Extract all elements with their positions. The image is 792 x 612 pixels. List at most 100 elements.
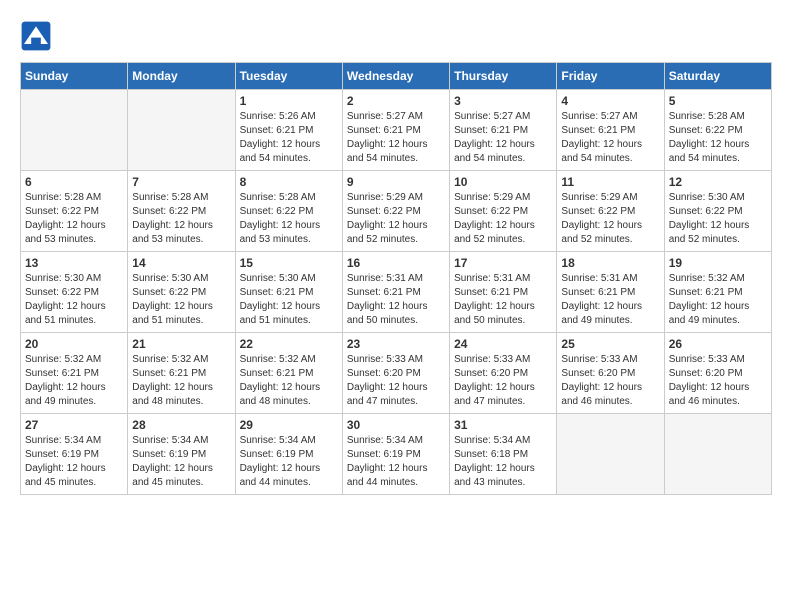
day-number: 31	[454, 418, 552, 432]
calendar-cell: 4 Sunrise: 5:27 AM Sunset: 6:21 PM Daylig…	[557, 90, 664, 171]
day-info: Sunrise: 5:27 AM Sunset: 6:21 PM Dayligh…	[347, 110, 445, 166]
day-info: Sunrise: 5:31 AM Sunset: 6:21 PM Dayligh…	[454, 272, 552, 328]
day-info: Sunrise: 5:30 AM Sunset: 6:22 PM Dayligh…	[132, 272, 230, 328]
calendar-cell: 12 Sunrise: 5:30 AM Sunset: 6:22 PM Dayli…	[664, 171, 771, 252]
day-info: Sunrise: 5:34 AM Sunset: 6:19 PM Dayligh…	[240, 434, 338, 490]
day-number: 25	[561, 337, 659, 351]
day-number: 7	[132, 175, 230, 189]
calendar-cell: 21Sunrise: 5:32 AM Sunset: 6:21 PM Dayli…	[128, 333, 235, 414]
calendar-cell: 31 Sunrise: 5:34 AM Sunset: 6:18 PM Dayli…	[450, 414, 557, 495]
day-info: Sunrise: 5:28 AM Sunset: 6:22 PM Dayligh…	[240, 191, 338, 247]
day-number: 23	[347, 337, 445, 351]
day-number: 11	[561, 175, 659, 189]
day-info: Sunrise: 5:33 AM Sunset: 6:20 PM Dayligh…	[669, 353, 767, 409]
day-info: Sunrise: 5:34 AM Sunset: 6:19 PM Dayligh…	[347, 434, 445, 490]
calendar-cell: 15 Sunrise: 5:30 AM Sunset: 6:21 PM Dayli…	[235, 252, 342, 333]
weekday-header-row: SundayMondayTuesdayWednesdayThursdayFrid…	[21, 63, 772, 90]
day-info: Sunrise: 5:34 AM Sunset: 6:19 PM Dayligh…	[25, 434, 123, 490]
calendar-cell: 1 Sunrise: 5:26 AM Sunset: 6:21 PM Daylig…	[235, 90, 342, 171]
calendar-cell	[664, 414, 771, 495]
day-number: 19	[669, 256, 767, 270]
calendar-cell	[128, 90, 235, 171]
day-number: 17	[454, 256, 552, 270]
calendar-cell: 23 Sunrise: 5:33 AM Sunset: 6:20 PM Dayli…	[342, 333, 449, 414]
day-info: Sunrise: 5:33 AM Sunset: 6:20 PM Dayligh…	[347, 353, 445, 409]
calendar-cell: 8 Sunrise: 5:28 AM Sunset: 6:22 PM Daylig…	[235, 171, 342, 252]
day-number: 29	[240, 418, 338, 432]
calendar-week-row: 6 Sunrise: 5:28 AM Sunset: 6:22 PM Daylig…	[21, 171, 772, 252]
calendar-week-row: 27 Sunrise: 5:34 AM Sunset: 6:19 PM Dayli…	[21, 414, 772, 495]
weekday-header: Thursday	[450, 63, 557, 90]
calendar-cell: 29 Sunrise: 5:34 AM Sunset: 6:19 PM Dayli…	[235, 414, 342, 495]
day-number: 21	[132, 337, 230, 351]
day-number: 8	[240, 175, 338, 189]
calendar-cell: 6Sunrise: 5:28 AM Sunset: 6:22 PM Daylig…	[21, 171, 128, 252]
calendar-cell: 10Sunrise: 5:29 AM Sunset: 6:22 PM Dayli…	[450, 171, 557, 252]
day-info: Sunrise: 5:29 AM Sunset: 6:22 PM Dayligh…	[561, 191, 659, 247]
day-info: Sunrise: 5:26 AM Sunset: 6:21 PM Dayligh…	[240, 110, 338, 166]
calendar-week-row: 20 Sunrise: 5:32 AM Sunset: 6:21 PM Dayli…	[21, 333, 772, 414]
day-info: Sunrise: 5:31 AM Sunset: 6:21 PM Dayligh…	[561, 272, 659, 328]
day-number: 28	[132, 418, 230, 432]
calendar-cell: 2 Sunrise: 5:27 AM Sunset: 6:21 PM Daylig…	[342, 90, 449, 171]
day-info: Sunrise: 5:34 AM Sunset: 6:18 PM Dayligh…	[454, 434, 552, 490]
day-info: Sunrise: 5:30 AM Sunset: 6:22 PM Dayligh…	[25, 272, 123, 328]
day-info: Sunrise: 5:29 AM Sunset: 6:22 PM Dayligh…	[347, 191, 445, 247]
calendar-cell: 16Sunrise: 5:31 AM Sunset: 6:21 PM Dayli…	[342, 252, 449, 333]
calendar-cell: 28 Sunrise: 5:34 AM Sunset: 6:19 PM Dayli…	[128, 414, 235, 495]
logo	[20, 20, 58, 52]
day-number: 3	[454, 94, 552, 108]
day-info: Sunrise: 5:32 AM Sunset: 6:21 PM Dayligh…	[25, 353, 123, 409]
day-info: Sunrise: 5:30 AM Sunset: 6:21 PM Dayligh…	[240, 272, 338, 328]
day-info: Sunrise: 5:33 AM Sunset: 6:20 PM Dayligh…	[561, 353, 659, 409]
weekday-header: Monday	[128, 63, 235, 90]
calendar-cell: 14 Sunrise: 5:30 AM Sunset: 6:22 PM Dayli…	[128, 252, 235, 333]
day-info: Sunrise: 5:31 AM Sunset: 6:21 PM Dayligh…	[347, 272, 445, 328]
day-number: 24	[454, 337, 552, 351]
day-info: Sunrise: 5:27 AM Sunset: 6:21 PM Dayligh…	[454, 110, 552, 166]
weekday-header: Saturday	[664, 63, 771, 90]
day-number: 14	[132, 256, 230, 270]
calendar-cell: 11 Sunrise: 5:29 AM Sunset: 6:22 PM Dayli…	[557, 171, 664, 252]
day-number: 5	[669, 94, 767, 108]
day-info: Sunrise: 5:28 AM Sunset: 6:22 PM Dayligh…	[132, 191, 230, 247]
day-info: Sunrise: 5:27 AM Sunset: 6:21 PM Dayligh…	[561, 110, 659, 166]
calendar-cell: 20 Sunrise: 5:32 AM Sunset: 6:21 PM Dayli…	[21, 333, 128, 414]
calendar-cell: 26 Sunrise: 5:33 AM Sunset: 6:20 PM Dayli…	[664, 333, 771, 414]
calendar-cell: 24Sunrise: 5:33 AM Sunset: 6:20 PM Dayli…	[450, 333, 557, 414]
day-number: 27	[25, 418, 123, 432]
day-info: Sunrise: 5:32 AM Sunset: 6:21 PM Dayligh…	[669, 272, 767, 328]
calendar-cell: 9Sunrise: 5:29 AM Sunset: 6:22 PM Daylig…	[342, 171, 449, 252]
calendar-cell: 13 Sunrise: 5:30 AM Sunset: 6:22 PM Dayli…	[21, 252, 128, 333]
day-info: Sunrise: 5:28 AM Sunset: 6:22 PM Dayligh…	[669, 110, 767, 166]
calendar-cell: 5 Sunrise: 5:28 AM Sunset: 6:22 PM Daylig…	[664, 90, 771, 171]
calendar-cell: 25 Sunrise: 5:33 AM Sunset: 6:20 PM Dayli…	[557, 333, 664, 414]
weekday-header: Wednesday	[342, 63, 449, 90]
day-number: 6	[25, 175, 123, 189]
calendar-cell: 19 Sunrise: 5:32 AM Sunset: 6:21 PM Dayli…	[664, 252, 771, 333]
day-number: 18	[561, 256, 659, 270]
calendar-cell	[557, 414, 664, 495]
day-number: 15	[240, 256, 338, 270]
calendar-cell	[21, 90, 128, 171]
calendar: SundayMondayTuesdayWednesdayThursdayFrid…	[20, 62, 772, 495]
calendar-week-row: 13 Sunrise: 5:30 AM Sunset: 6:22 PM Dayli…	[21, 252, 772, 333]
day-number: 30	[347, 418, 445, 432]
calendar-cell: 3 Sunrise: 5:27 AM Sunset: 6:21 PM Daylig…	[450, 90, 557, 171]
day-info: Sunrise: 5:30 AM Sunset: 6:22 PM Dayligh…	[669, 191, 767, 247]
weekday-header: Tuesday	[235, 63, 342, 90]
day-number: 26	[669, 337, 767, 351]
weekday-header: Sunday	[21, 63, 128, 90]
day-number: 2	[347, 94, 445, 108]
day-info: Sunrise: 5:34 AM Sunset: 6:19 PM Dayligh…	[132, 434, 230, 490]
day-number: 4	[561, 94, 659, 108]
day-number: 20	[25, 337, 123, 351]
day-number: 10	[454, 175, 552, 189]
day-number: 22	[240, 337, 338, 351]
calendar-cell: 7 Sunrise: 5:28 AM Sunset: 6:22 PM Daylig…	[128, 171, 235, 252]
day-number: 1	[240, 94, 338, 108]
calendar-cell: 18 Sunrise: 5:31 AM Sunset: 6:21 PM Dayli…	[557, 252, 664, 333]
day-number: 12	[669, 175, 767, 189]
day-number: 13	[25, 256, 123, 270]
weekday-header: Friday	[557, 63, 664, 90]
